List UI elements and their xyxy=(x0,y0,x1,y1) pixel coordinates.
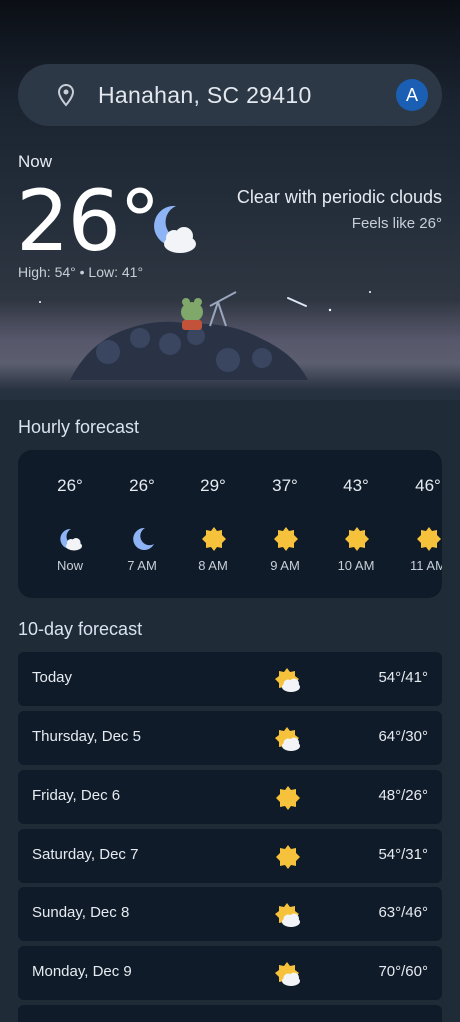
day-temps: 54°/31° xyxy=(378,846,428,863)
account-avatar[interactable]: A xyxy=(396,79,428,111)
hourly-item[interactable]: 29° 8 AM xyxy=(185,450,241,598)
sun-icon xyxy=(276,786,300,810)
frog-stargazing-illustration xyxy=(39,291,371,380)
day-name: Sunday, Dec 8 xyxy=(32,904,130,921)
sun-icon xyxy=(345,527,369,551)
hourly-temp: 37° xyxy=(272,476,298,495)
hourly-time: 8 AM xyxy=(198,558,228,573)
location-pin-icon xyxy=(57,83,75,107)
moon-icon xyxy=(133,527,154,550)
hourly-item[interactable]: 43° 10 AM xyxy=(328,450,384,598)
day-name: Today xyxy=(32,669,73,686)
sun-icon xyxy=(274,527,298,551)
hourly-time: 7 AM xyxy=(127,558,157,573)
sun-icon xyxy=(202,527,226,551)
hourly-item[interactable]: 26° Now xyxy=(42,450,98,598)
hourly-item[interactable]: 46° 11 AM xyxy=(400,450,442,598)
feels-like-text: Feels like 26° xyxy=(351,215,442,232)
hourly-temp: 29° xyxy=(200,476,226,495)
hourly-time: 9 AM xyxy=(270,558,300,573)
daily-row[interactable]: Monday, Dec 9 70°/60° xyxy=(18,946,442,1000)
hourly-temp: 26° xyxy=(129,476,155,495)
hourly-temp: 26° xyxy=(57,476,83,495)
hourly-forecast-card[interactable]: 26° Now 26° 7 AM 29° 8 AM 37° 9 AM 43° 1… xyxy=(18,450,442,598)
daily-forecast-title: 10-day forecast xyxy=(18,619,143,639)
sun-cloud-icon xyxy=(275,903,300,927)
daily-row[interactable]: Sunday, Dec 8 63°/46° xyxy=(18,887,442,941)
sun-icon xyxy=(417,527,441,551)
condition-text: Clear with periodic clouds xyxy=(236,187,442,207)
moon-cloud-icon xyxy=(60,528,82,551)
sun-cloud-icon xyxy=(275,668,300,692)
sun-cloud-icon xyxy=(275,962,300,986)
hourly-item[interactable]: 37° 9 AM xyxy=(257,450,313,598)
daily-row[interactable]: Today 54°/41° xyxy=(18,652,442,706)
daily-row[interactable]: Thursday, Dec 5 64°/30° xyxy=(18,711,442,765)
hourly-forecast-title: Hourly forecast xyxy=(18,417,140,437)
day-temps: 64°/30° xyxy=(378,728,428,745)
location-text: Hanahan, SC 29410 xyxy=(98,82,312,108)
daily-row[interactable]: Saturday, Dec 7 54°/31° xyxy=(18,829,442,883)
daily-row[interactable]: Friday, Dec 6 48°/26° xyxy=(18,770,442,824)
hourly-temp: 46° xyxy=(415,476,441,495)
sun-icon xyxy=(276,845,300,869)
high-low-text: High: 54° • Low: 41° xyxy=(18,264,144,280)
day-temps: 48°/26° xyxy=(378,787,428,804)
day-name: Thursday, Dec 5 xyxy=(32,728,141,745)
day-name: Friday, Dec 6 xyxy=(32,787,121,804)
day-temps: 54°/41° xyxy=(378,669,428,686)
hourly-time: 10 AM xyxy=(337,558,375,573)
daily-row-partial[interactable] xyxy=(18,1005,442,1022)
sun-cloud-icon xyxy=(275,727,300,751)
hourly-time: 11 AM xyxy=(410,558,442,573)
location-search-bar[interactable]: Hanahan, SC 29410 A xyxy=(18,64,442,126)
moon-cloud-icon xyxy=(154,205,196,253)
day-name: Monday, Dec 9 xyxy=(32,963,132,980)
hourly-item[interactable]: 26° 7 AM xyxy=(114,450,170,598)
hourly-temp: 43° xyxy=(343,476,369,495)
frog-icon xyxy=(181,298,203,330)
day-temps: 70°/60° xyxy=(378,963,428,980)
day-temps: 63°/46° xyxy=(378,904,428,921)
now-label: Now xyxy=(18,152,53,171)
hourly-time: Now xyxy=(56,558,83,573)
day-name: Saturday, Dec 7 xyxy=(32,846,139,863)
current-temperature: 26° xyxy=(16,172,161,270)
